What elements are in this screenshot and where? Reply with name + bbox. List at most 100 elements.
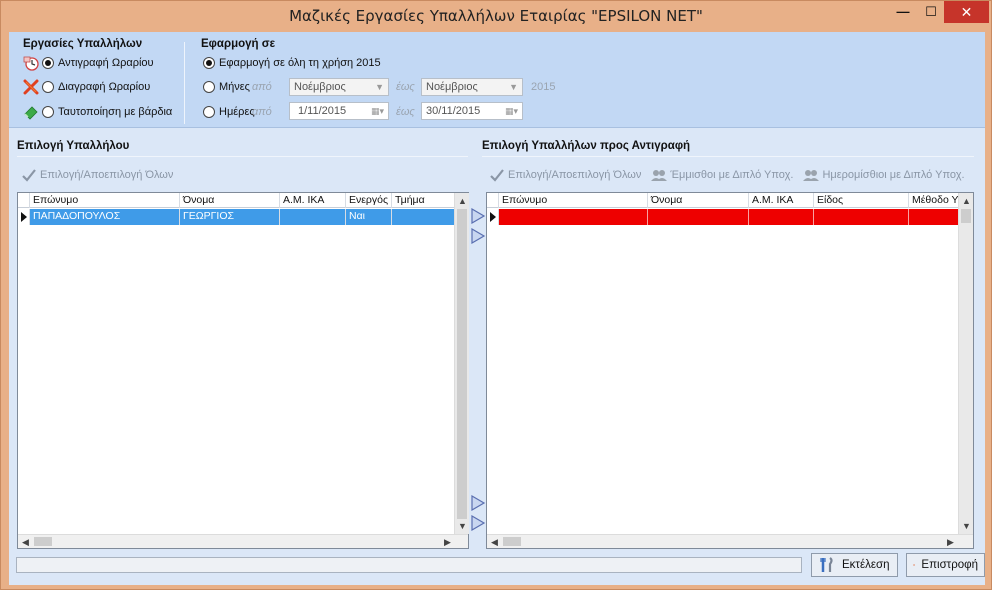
scroll-right-icon[interactable]: ▶ — [440, 535, 455, 549]
move-selected-left-icon[interactable] — [470, 495, 486, 511]
col-surname[interactable]: Επώνυμο — [499, 193, 648, 208]
month-from-value: Νοέμβριος — [294, 81, 346, 93]
year-label: 2015 — [531, 81, 556, 93]
left-vertical-scrollbar[interactable]: ▲ ▼ — [454, 193, 469, 534]
right-select-all-label: Επιλογή/Αποεπιλογή Όλων — [508, 169, 642, 181]
apply-months-radio[interactable] — [203, 81, 215, 93]
apply-months[interactable]: Μήνες — [203, 78, 251, 96]
col-surname[interactable]: Επώνυμο — [30, 193, 180, 208]
minimize-button[interactable]: — — [888, 1, 918, 23]
left-employee-grid: Επώνυμο Όνομα Α.Μ. ΙΚΑ Ενεργός Τμήμα ΠΑΠ… — [17, 192, 469, 549]
op-copy-schedule[interactable]: Αντιγραφή Ωραρίου — [23, 54, 154, 72]
execute-button[interactable]: Εκτέλεση — [811, 553, 898, 577]
col-department[interactable]: Τμήμα — [392, 193, 454, 208]
cell-ika[interactable] — [280, 209, 346, 225]
month-to-value: Νοέμβριος — [426, 81, 478, 93]
return-label: Επιστροφή — [921, 559, 978, 571]
move-all-left-icon[interactable] — [470, 515, 486, 531]
scroll-down-icon[interactable]: ▼ — [455, 519, 470, 533]
cell-firstname[interactable] — [648, 209, 749, 225]
op-match-shift[interactable]: Ταυτοποίηση με βάρδια — [23, 103, 172, 121]
month-from-select[interactable]: Νοέμβριος ▼ — [289, 78, 389, 96]
apply-days[interactable]: Ημέρες — [203, 103, 255, 121]
close-x-icon — [913, 563, 916, 567]
clock-copy-icon — [23, 56, 39, 71]
cell-active[interactable]: Ναι — [346, 209, 392, 225]
right-vscroll-thumb[interactable] — [961, 209, 971, 223]
apply-days-radio[interactable] — [203, 106, 215, 118]
move-all-right-icon[interactable] — [470, 228, 486, 244]
left-horizontal-scrollbar[interactable]: ◀ ▶ — [18, 534, 468, 548]
op-copy-label: Αντιγραφή Ωραρίου — [58, 57, 154, 69]
left-toolbar: Επιλογή/Αποεπιλογή Όλων — [21, 166, 183, 184]
tools-icon — [820, 557, 833, 572]
scroll-left-icon[interactable]: ◀ — [487, 535, 502, 549]
col-method[interactable]: Μέθοδο Υ — [909, 193, 958, 208]
title-bar[interactable]: Μαζικές Εργασίες Υπαλλήλων Εταιρίας "EPS… — [1, 1, 991, 31]
options-area: Εργασίες Υπαλλήλων Αντιγραφή Ωραρίου Δια… — [9, 32, 985, 128]
checkmark-icon — [490, 169, 504, 182]
cell-firstname[interactable]: ΓΕΩΡΓΙΟΣ — [180, 209, 280, 225]
move-selected-right-icon[interactable] — [470, 208, 486, 224]
checkmark-icon — [22, 169, 36, 182]
execute-label: Εκτέλεση — [842, 559, 890, 571]
col-active[interactable]: Ενεργός — [346, 193, 392, 208]
close-button[interactable]: ✕ — [944, 1, 989, 23]
scroll-right-icon[interactable]: ▶ — [943, 535, 958, 549]
right-panel-rule — [482, 156, 974, 157]
date-to-picker[interactable]: 30/11/2015 ▦▾ — [421, 102, 523, 120]
col-firstname[interactable]: Όνομα — [180, 193, 280, 208]
days-from-label: από — [252, 106, 272, 118]
scroll-up-icon[interactable]: ▲ — [455, 194, 470, 208]
op-copy-radio[interactable] — [42, 57, 54, 69]
col-ika[interactable]: Α.Μ. ΙΚΑ — [749, 193, 814, 208]
eraser-icon — [24, 106, 38, 120]
cell-surname[interactable] — [499, 209, 648, 225]
chevron-down-icon: ▼ — [509, 82, 518, 92]
delete-x-icon — [23, 79, 39, 95]
right-select-all-button[interactable]: Επιλογή/Αποεπιλογή Όλων — [489, 168, 641, 182]
apply-whole-year[interactable]: Εφαρμογή σε όλη τη χρήση 2015 — [203, 54, 381, 72]
month-to-select[interactable]: Νοέμβριος ▼ — [421, 78, 523, 96]
table-row[interactable]: ΠΑΠΑΔΟΠΟΥΛΟΣ ΓΕΩΡΓΙΟΣ Ναι — [18, 209, 454, 225]
op-delete-schedule[interactable]: Διαγραφή Ωραρίου — [23, 78, 150, 96]
return-button[interactable]: Επιστροφή — [906, 553, 985, 577]
apply-whole-year-label: Εφαρμογή σε όλη τη χρήση 2015 — [219, 57, 381, 69]
days-to-label: έως — [396, 106, 415, 118]
col-firstname[interactable]: Όνομα — [648, 193, 749, 208]
scroll-left-icon[interactable]: ◀ — [18, 535, 33, 549]
left-select-all-button[interactable]: Επιλογή/Αποεπιλογή Όλων — [21, 168, 173, 182]
op-match-radio[interactable] — [42, 106, 54, 118]
daily-double-button[interactable]: Ημερομίσθιοι με Διπλό Υποχ. — [803, 168, 965, 182]
col-ika[interactable]: Α.Μ. ΙΚΑ — [280, 193, 346, 208]
col-type[interactable]: Είδος — [814, 193, 909, 208]
op-delete-label: Διαγραφή Ωραρίου — [58, 81, 151, 93]
users-icon — [803, 170, 820, 181]
row-indicator-header — [18, 193, 30, 208]
scroll-down-icon[interactable]: ▼ — [959, 519, 974, 533]
maximize-button[interactable]: ☐ — [918, 1, 944, 23]
daily-double-label: Ημερομίσθιοι με Διπλό Υποχ. — [822, 169, 965, 181]
op-delete-radio[interactable] — [42, 81, 54, 93]
cell-type[interactable] — [814, 209, 909, 225]
table-row[interactable] — [487, 209, 958, 225]
cell-department[interactable] — [392, 209, 454, 225]
calendar-dropdown-icon: ▦▾ — [370, 105, 384, 116]
left-vscroll-thumb[interactable] — [457, 209, 467, 519]
right-vertical-scrollbar[interactable]: ▲ ▼ — [958, 193, 973, 534]
apply-whole-year-radio[interactable] — [203, 57, 215, 69]
cell-ika[interactable] — [749, 209, 814, 225]
left-hscroll-thumb[interactable] — [34, 537, 52, 546]
date-from-picker[interactable]: 1/11/2015 ▦▾ — [289, 102, 389, 120]
cell-surname[interactable]: ΠΑΠΑΔΟΠΟΥΛΟΣ — [30, 209, 180, 225]
op-match-label: Ταυτοποίηση με βάρδια — [58, 106, 173, 118]
scroll-up-icon[interactable]: ▲ — [959, 194, 974, 208]
operations-group-title: Εργασίες Υπαλλήλων — [23, 38, 143, 50]
right-horizontal-scrollbar[interactable]: ◀ ▶ — [487, 534, 973, 548]
date-from-value: 1/11/2015 — [298, 105, 347, 117]
salaried-double-button[interactable]: Έμμισθοι με Διπλό Υποχ. — [651, 168, 793, 182]
app-window: Μαζικές Εργασίες Υπαλλήλων Εταιρίας "EPS… — [0, 0, 992, 590]
left-panel-rule — [17, 156, 468, 157]
cell-method[interactable] — [909, 209, 958, 225]
right-hscroll-thumb[interactable] — [503, 537, 521, 546]
